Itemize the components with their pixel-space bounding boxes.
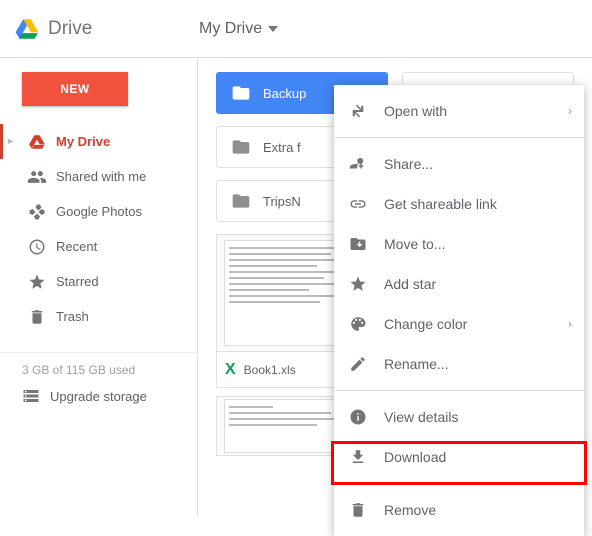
folder-label: Backup xyxy=(263,86,306,101)
chevron-down-icon xyxy=(268,26,278,32)
sidebar-item-mydrive[interactable]: ▸ My Drive xyxy=(0,124,197,159)
info-icon xyxy=(348,408,368,426)
menu-rename[interactable]: Rename... xyxy=(334,344,584,384)
sidebar-item-label: Recent xyxy=(56,239,97,254)
star-icon xyxy=(26,273,48,291)
photos-icon xyxy=(26,203,48,221)
menu-view-details[interactable]: View details xyxy=(334,397,584,437)
menu-label: Get shareable link xyxy=(384,196,497,212)
menu-label: Share... xyxy=(384,156,433,172)
menu-label: Rename... xyxy=(384,356,449,372)
menu-move-to[interactable]: Move to... xyxy=(334,224,584,264)
trash-icon xyxy=(348,501,368,519)
sidebar-item-starred[interactable]: Starred xyxy=(0,264,197,299)
move-icon xyxy=(348,235,368,253)
sidebar-item-label: Google Photos xyxy=(56,204,142,219)
menu-label: Move to... xyxy=(384,236,445,252)
download-icon xyxy=(348,448,368,466)
menu-separator xyxy=(334,390,584,391)
palette-icon xyxy=(348,315,368,333)
context-menu: Open with › Share... Get shareable link … xyxy=(334,85,584,536)
trash-icon xyxy=(26,308,48,326)
breadcrumb-mydrive[interactable]: My Drive xyxy=(199,20,278,38)
clock-icon xyxy=(26,238,48,256)
upgrade-storage-link[interactable]: Upgrade storage xyxy=(22,387,197,405)
sidebar-item-recent[interactable]: Recent xyxy=(0,229,197,264)
chevron-right-icon: › xyxy=(568,317,572,331)
drive-logo-icon xyxy=(14,16,40,42)
menu-label: Add star xyxy=(384,276,436,292)
menu-share[interactable]: Share... xyxy=(334,144,584,184)
nav-list: ▸ My Drive Shared with me Google Photos … xyxy=(0,124,197,334)
sidebar-item-label: Shared with me xyxy=(56,169,146,184)
menu-open-with[interactable]: Open with › xyxy=(334,91,584,131)
file-label: Book1.xls xyxy=(244,363,296,377)
new-button[interactable]: NEW xyxy=(22,72,128,106)
sidebar-item-shared[interactable]: Shared with me xyxy=(0,159,197,194)
folder-icon xyxy=(231,137,251,157)
link-icon xyxy=(348,195,368,213)
breadcrumb-label: My Drive xyxy=(199,20,262,38)
expand-icon[interactable]: ▸ xyxy=(8,136,18,147)
sidebar-item-photos[interactable]: Google Photos xyxy=(0,194,197,229)
menu-add-star[interactable]: Add star xyxy=(334,264,584,304)
chevron-right-icon: › xyxy=(568,104,572,118)
menu-label: Change color xyxy=(384,316,467,332)
upgrade-label: Upgrade storage xyxy=(50,389,147,404)
rename-icon xyxy=(348,355,368,373)
folder-icon xyxy=(231,191,251,211)
menu-remove[interactable]: Remove xyxy=(334,490,584,530)
menu-separator xyxy=(334,483,584,484)
menu-label: Download xyxy=(384,449,446,465)
content-area: Backup Blog Extra f TripsN xyxy=(198,58,592,516)
sidebar-item-trash[interactable]: Trash xyxy=(0,299,197,334)
sidebar-item-label: Starred xyxy=(56,274,99,289)
storage-icon xyxy=(22,387,40,405)
people-icon xyxy=(26,167,48,187)
share-icon xyxy=(348,155,368,173)
star-icon xyxy=(348,275,368,293)
sidebar-item-label: My Drive xyxy=(56,134,110,149)
storage-section: 3 GB of 115 GB used Upgrade storage xyxy=(0,352,197,419)
sidebar: NEW ▸ My Drive Shared with me Google Pho… xyxy=(0,58,198,516)
menu-separator xyxy=(334,137,584,138)
logo-area: Drive xyxy=(14,16,199,42)
storage-text: 3 GB of 115 GB used xyxy=(22,363,197,377)
menu-shareable-link[interactable]: Get shareable link xyxy=(334,184,584,224)
folder-icon xyxy=(231,83,251,103)
folder-label: TripsN xyxy=(263,194,301,209)
menu-download[interactable]: Download xyxy=(334,437,584,477)
menu-change-color[interactable]: Change color › xyxy=(334,304,584,344)
open-with-icon xyxy=(348,102,368,120)
menu-label: Open with xyxy=(384,103,447,119)
menu-label: View details xyxy=(384,409,458,425)
folder-label: Extra f xyxy=(263,140,301,155)
app-name: Drive xyxy=(48,18,92,40)
sidebar-item-label: Trash xyxy=(56,309,89,324)
main: NEW ▸ My Drive Shared with me Google Pho… xyxy=(0,58,592,516)
excel-icon: X xyxy=(225,361,236,379)
header: Drive My Drive xyxy=(0,0,592,58)
drive-icon xyxy=(26,133,48,151)
